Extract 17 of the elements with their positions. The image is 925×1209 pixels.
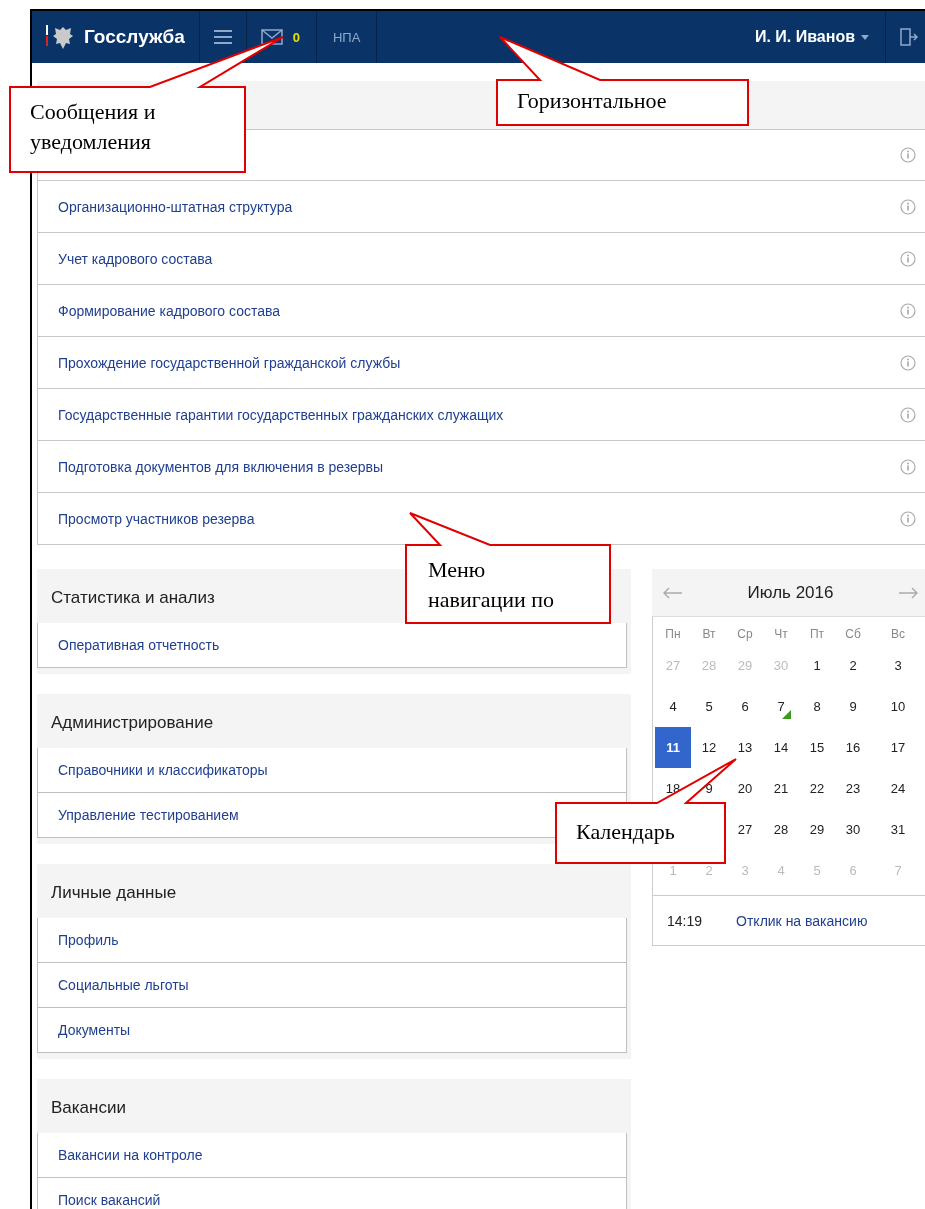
- section-title: Статистика и анализ: [51, 588, 215, 608]
- callout-text: Меню навигации по: [428, 556, 555, 614]
- event-time: 14:19: [667, 912, 703, 929]
- section-title: Администрирование: [51, 713, 214, 733]
- weekday-label: Пн: [664, 626, 682, 643]
- weekday-label: Чт: [773, 626, 789, 643]
- section-title: Вакансии: [51, 1098, 126, 1118]
- weekday-label: Вт: [701, 626, 717, 643]
- calendar-title: Июль 2016: [747, 582, 834, 603]
- weekday-label: Ср: [736, 626, 754, 643]
- weekday-label: Вс: [890, 626, 906, 643]
- callout-text: Горизонтальное: [517, 87, 667, 115]
- weekday-label: Сб: [844, 626, 862, 643]
- section-title: Личные данные: [51, 883, 177, 903]
- weekday-label: Пт: [808, 626, 826, 643]
- message-count: 0: [292, 29, 300, 45]
- callout-text: Сообщения и уведомления: [30, 98, 156, 156]
